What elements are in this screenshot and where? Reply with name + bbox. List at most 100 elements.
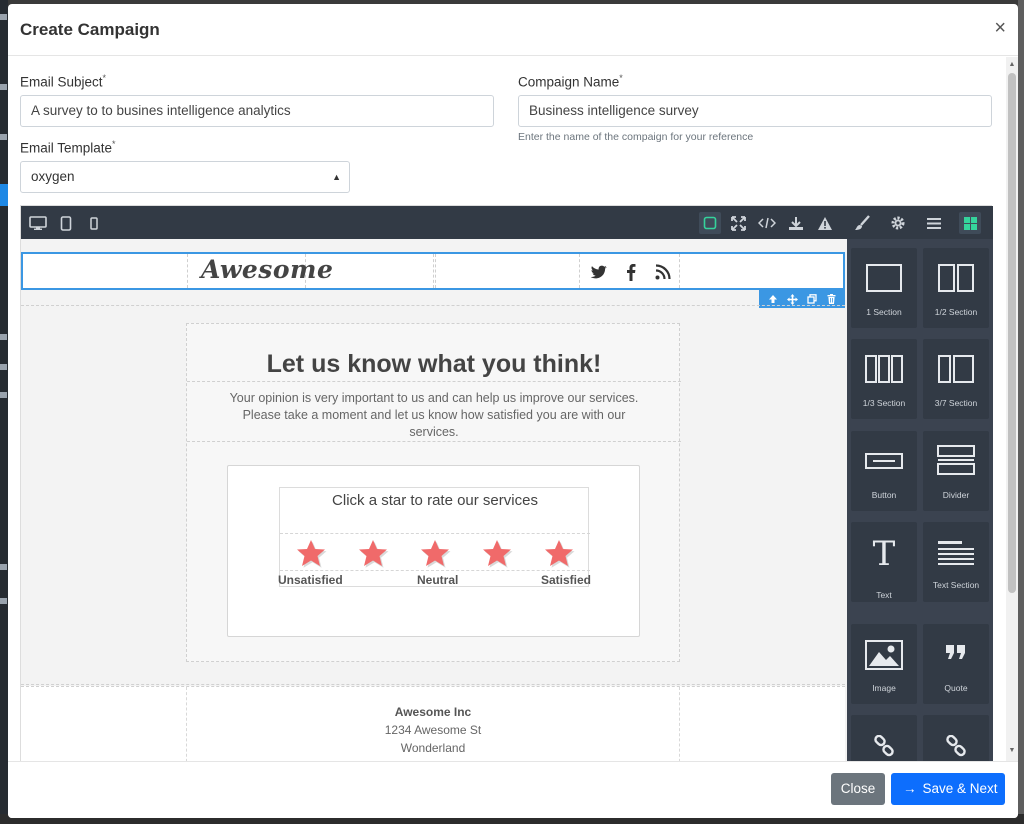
email-body-section: Let us know what you think! Your opinion… xyxy=(21,305,845,685)
block-half-section[interactable]: 1/2 Section xyxy=(923,248,989,328)
block-text-section[interactable]: Text Section xyxy=(923,522,989,602)
header-row-selected[interactable]: Awesome xyxy=(21,252,845,290)
twitter-icon[interactable] xyxy=(585,258,613,286)
save-next-button[interactable]: → Save & Next xyxy=(891,773,1005,805)
move-up-icon[interactable] xyxy=(766,292,780,306)
save-next-label: Save & Next xyxy=(922,781,998,796)
content-column: Let us know what you think! Your opinion… xyxy=(186,323,681,662)
modal-body: Email Subject* A survey to to busines in… xyxy=(8,57,1006,761)
scroll-up-icon[interactable]: ▲ xyxy=(1008,61,1016,68)
gear-icon[interactable] xyxy=(887,212,909,234)
block-quote[interactable]: Quote xyxy=(923,624,989,704)
column-guide xyxy=(433,254,434,288)
tablet-icon[interactable] xyxy=(55,212,77,234)
blocks-icon[interactable] xyxy=(959,212,981,234)
blocks-panel: 1 Section 1/2 Section 1/3 Section 3/7 Se… xyxy=(847,239,993,761)
background-sidebar xyxy=(0,0,8,824)
block-third-section[interactable]: 1/3 Section xyxy=(851,339,917,419)
footer-street[interactable]: 1234 Awesome St xyxy=(187,723,679,737)
block-divider[interactable]: Divider xyxy=(923,431,989,511)
block-label: 1/3 Section xyxy=(862,398,906,408)
background-sidebar-mark xyxy=(0,84,7,90)
rating-label-low: Unsatisfied xyxy=(278,573,343,587)
rss-icon[interactable] xyxy=(649,258,677,286)
block-button[interactable]: Button xyxy=(851,431,917,511)
email-template-select[interactable]: oxygen ▲ xyxy=(20,161,350,193)
code-icon[interactable] xyxy=(756,212,778,234)
background-sidebar-mark xyxy=(0,134,7,140)
close-button[interactable]: Close xyxy=(831,773,885,805)
scrollbar-thumb[interactable] xyxy=(1008,73,1016,593)
warning-icon[interactable] xyxy=(814,212,836,234)
border-toggle-icon[interactable] xyxy=(699,212,721,234)
background-sidebar-mark xyxy=(0,334,7,340)
desktop-icon[interactable] xyxy=(27,212,49,234)
text-section-icon xyxy=(923,540,989,568)
background-sidebar-mark xyxy=(0,14,7,20)
link-block-icon xyxy=(851,735,917,757)
email-subject-input[interactable]: A survey to to busines intelligence anal… xyxy=(20,95,494,127)
block-text[interactable]: T Text xyxy=(851,522,917,602)
modal-scrollbar[interactable]: ▲ ▼ xyxy=(1006,57,1018,761)
email-subject-label: Email Subject* xyxy=(20,73,106,90)
modal-header: Create Campaign × xyxy=(8,4,1018,56)
star-icon[interactable] xyxy=(419,537,451,569)
close-icon[interactable]: × xyxy=(994,18,1006,38)
footer-city[interactable]: Wonderland xyxy=(187,741,679,755)
block-image[interactable]: Image xyxy=(851,624,917,704)
email-template-label: Email Template* xyxy=(20,139,116,156)
star-icon[interactable] xyxy=(481,537,513,569)
block-label: Divider xyxy=(942,490,970,500)
background-sidebar-mark xyxy=(0,364,7,370)
star-icon[interactable] xyxy=(543,537,575,569)
button-block-icon xyxy=(851,453,917,469)
block-label: Text xyxy=(876,590,892,600)
star-icon[interactable] xyxy=(295,537,327,569)
rating-title[interactable]: Click a star to rate our services xyxy=(280,492,590,509)
block-label: Text Section xyxy=(932,580,980,590)
star-row xyxy=(280,533,590,571)
block-one-section[interactable]: 1 Section xyxy=(851,248,917,328)
layers-icon[interactable] xyxy=(923,212,945,234)
drag-icon[interactable] xyxy=(785,292,799,306)
block-label: Quote xyxy=(944,683,968,693)
email-template-label-text: Email Template xyxy=(20,140,113,156)
block-label: 1/2 Section xyxy=(934,307,978,317)
three-seven-section-icon xyxy=(923,355,989,383)
required-mark: * xyxy=(619,73,623,83)
column-guide xyxy=(579,254,580,288)
brand-logo[interactable]: Awesome xyxy=(201,255,333,284)
section-guide xyxy=(187,441,681,442)
campaign-name-label-text: Compaign Name xyxy=(518,74,620,90)
campaign-name-help: Enter the name of the compaign for your … xyxy=(518,131,754,143)
campaign-name-label: Compaign Name* xyxy=(518,73,623,90)
background-sidebar-mark xyxy=(0,564,7,570)
delete-icon[interactable] xyxy=(824,292,838,306)
star-icon[interactable] xyxy=(357,537,389,569)
builder-toolbar xyxy=(21,206,993,239)
background-sidebar-mark xyxy=(0,598,7,604)
clone-icon[interactable] xyxy=(805,292,819,306)
download-icon[interactable] xyxy=(785,212,807,234)
arrow-right-icon: → xyxy=(903,781,917,796)
block-three-seven-section[interactable]: 3/7 Section xyxy=(923,339,989,419)
required-mark: * xyxy=(102,73,107,83)
facebook-icon[interactable] xyxy=(617,258,645,286)
headline[interactable]: Let us know what you think! xyxy=(187,350,681,379)
email-canvas: Awesome Let us know what you think! Your… xyxy=(21,239,847,761)
block-label: 1 Section xyxy=(866,307,902,317)
block-link[interactable] xyxy=(923,715,989,761)
footer-company[interactable]: Awesome Inc xyxy=(187,705,679,719)
mobile-icon[interactable] xyxy=(83,212,105,234)
intro-text[interactable]: Your opinion is very important to us and… xyxy=(227,390,641,441)
paint-brush-icon[interactable] xyxy=(851,212,873,234)
scroll-down-icon[interactable]: ▼ xyxy=(1008,747,1016,754)
email-footer-section: Awesome Inc 1234 Awesome St Wonderland xyxy=(21,686,845,761)
fullscreen-icon[interactable] xyxy=(727,212,749,234)
campaign-name-input[interactable]: Business intelligence survey xyxy=(518,95,992,127)
column-guide xyxy=(679,254,680,288)
block-label: Image xyxy=(872,683,896,693)
background-sidebar-mark xyxy=(0,392,7,398)
block-link[interactable] xyxy=(851,715,917,761)
email-template-selected: oxygen xyxy=(31,169,75,184)
